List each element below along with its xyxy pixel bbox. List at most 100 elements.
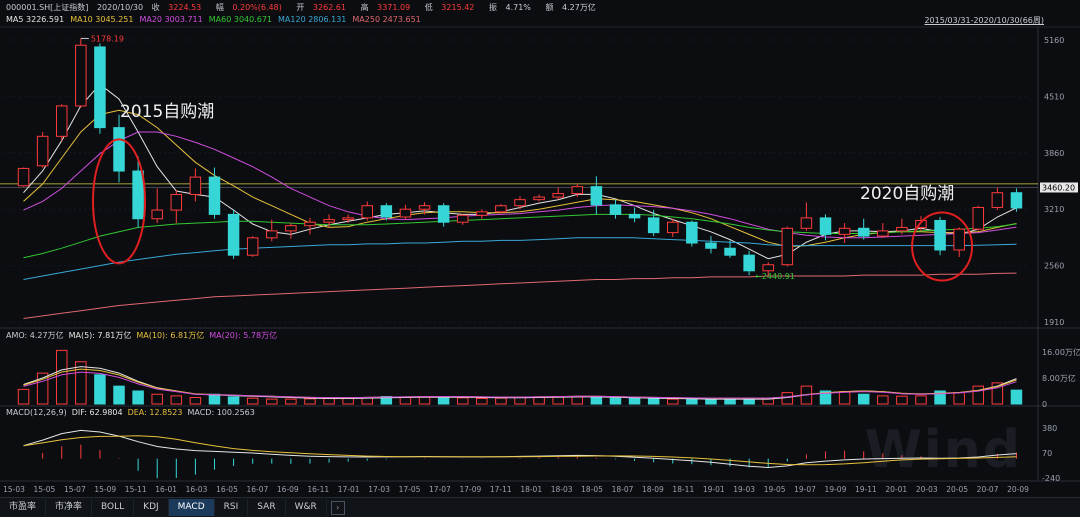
date-tick-label: 19-03	[733, 485, 755, 494]
date-tick-label: 15-11	[125, 485, 147, 494]
amo-bar	[514, 397, 526, 405]
date-tick-label: 18-05	[581, 485, 603, 494]
date-tick-label: 16-05	[216, 485, 238, 494]
amo-bar	[17, 388, 30, 405]
date-tick-label: 17-01	[338, 485, 360, 494]
candle	[75, 44, 87, 107]
tab-macd[interactable]: MACD	[168, 499, 215, 516]
candle	[762, 264, 774, 272]
date-tick-label: 18-11	[672, 485, 694, 494]
price-tick-label: 5160	[1044, 36, 1064, 45]
amo-bar	[399, 396, 412, 405]
date-tick-label: 17-05	[399, 485, 421, 494]
amo-bar	[571, 396, 584, 405]
candle	[399, 208, 412, 218]
annotation-2015-label: 2015自购潮	[120, 102, 214, 122]
amo-bar	[94, 374, 106, 405]
date-tick-label: 18-07	[612, 485, 634, 494]
candle	[476, 211, 488, 216]
chevron-right-icon[interactable]: ›	[330, 500, 345, 515]
tab-rsi[interactable]: RSI	[215, 499, 249, 516]
high-price-label: 5178.19	[91, 34, 124, 43]
candle	[361, 205, 373, 219]
date-tick-label: 15-05	[34, 485, 56, 494]
amo-bar	[304, 398, 316, 405]
candle	[17, 167, 30, 187]
candle	[418, 205, 431, 210]
date-tick-label: 20-01	[885, 485, 907, 494]
candle	[380, 205, 393, 218]
tab-wr[interactable]: W&R	[286, 499, 327, 516]
tab-kdj[interactable]: KDJ	[134, 499, 169, 516]
candle	[647, 217, 660, 234]
amo-bar	[208, 393, 221, 405]
amo-bar	[590, 397, 603, 405]
date-tick-label: 18-09	[642, 485, 664, 494]
amo-bar	[246, 397, 259, 405]
ma-line-ma250	[23, 272, 1017, 319]
amo-bar	[686, 398, 698, 405]
date-tick-label: 17-09	[459, 485, 481, 494]
amo-bar	[896, 395, 908, 405]
amo-bar	[915, 395, 927, 405]
candle	[151, 209, 163, 220]
candle	[609, 204, 622, 215]
amo-bar	[55, 349, 68, 405]
candle	[628, 213, 641, 219]
date-tick-label: 16-01	[155, 485, 177, 494]
candle	[972, 206, 985, 230]
amo-bar	[705, 398, 717, 405]
macd-tick-label: -240	[1042, 474, 1060, 483]
amo-bar	[342, 397, 354, 405]
candle	[896, 226, 908, 232]
amo-bar	[266, 398, 278, 405]
amo-bar	[628, 397, 641, 405]
ma-line-ma10	[23, 109, 1017, 248]
date-tick-label: 19-09	[825, 485, 847, 494]
macd-tick-label: 70	[1042, 449, 1052, 458]
candle	[857, 227, 870, 237]
date-tick-label: 20-09	[1007, 485, 1029, 494]
tab-pe[interactable]: 市盈率	[0, 499, 47, 516]
amo-bar	[953, 392, 965, 405]
tab-pb[interactable]: 市净率	[46, 499, 93, 516]
amo-bar	[132, 390, 144, 405]
date-tick-label: 15-07	[64, 485, 86, 494]
amo-bar	[437, 397, 450, 405]
candle	[323, 219, 335, 223]
candle	[266, 230, 278, 239]
date-tick-label: 16-11	[307, 485, 329, 494]
candle	[781, 227, 794, 266]
date-tick-label: 20-07	[977, 485, 999, 494]
candle	[819, 217, 832, 235]
candle	[55, 105, 68, 137]
candle	[686, 221, 698, 244]
amo-bar	[743, 398, 755, 405]
date-tick-label: 16-09	[277, 485, 299, 494]
date-tick-label: 19-01	[703, 485, 725, 494]
candle	[934, 219, 946, 251]
amo-bar	[418, 396, 431, 405]
date-tick-label: 15-09	[94, 485, 116, 494]
annotation-2020-label: 2020自购潮	[860, 184, 954, 204]
candle	[800, 217, 813, 229]
tab-boll[interactable]: BOLL	[92, 499, 135, 516]
date-tick-label: 20-03	[916, 485, 938, 494]
candle	[170, 193, 183, 211]
candle	[514, 199, 526, 207]
candle	[991, 192, 1004, 208]
amo-bar	[838, 391, 851, 405]
price-chart[interactable]: 5160 4510 3860 3210 2560 1910 3460.20 5178.19 ←2…	[0, 0, 1080, 497]
candle	[552, 193, 564, 198]
candle	[36, 135, 49, 167]
amo-bar	[724, 398, 736, 405]
candle	[724, 247, 736, 256]
current-price-label: 3460.20	[1042, 183, 1075, 192]
price-tick-label: 1910	[1044, 318, 1064, 327]
tab-sar[interactable]: SAR	[248, 499, 286, 516]
candle	[533, 196, 545, 201]
ma-line-ma120	[23, 237, 1017, 280]
amo-bar	[476, 397, 488, 405]
amo-bar	[667, 398, 679, 405]
amo-bar	[857, 393, 870, 405]
